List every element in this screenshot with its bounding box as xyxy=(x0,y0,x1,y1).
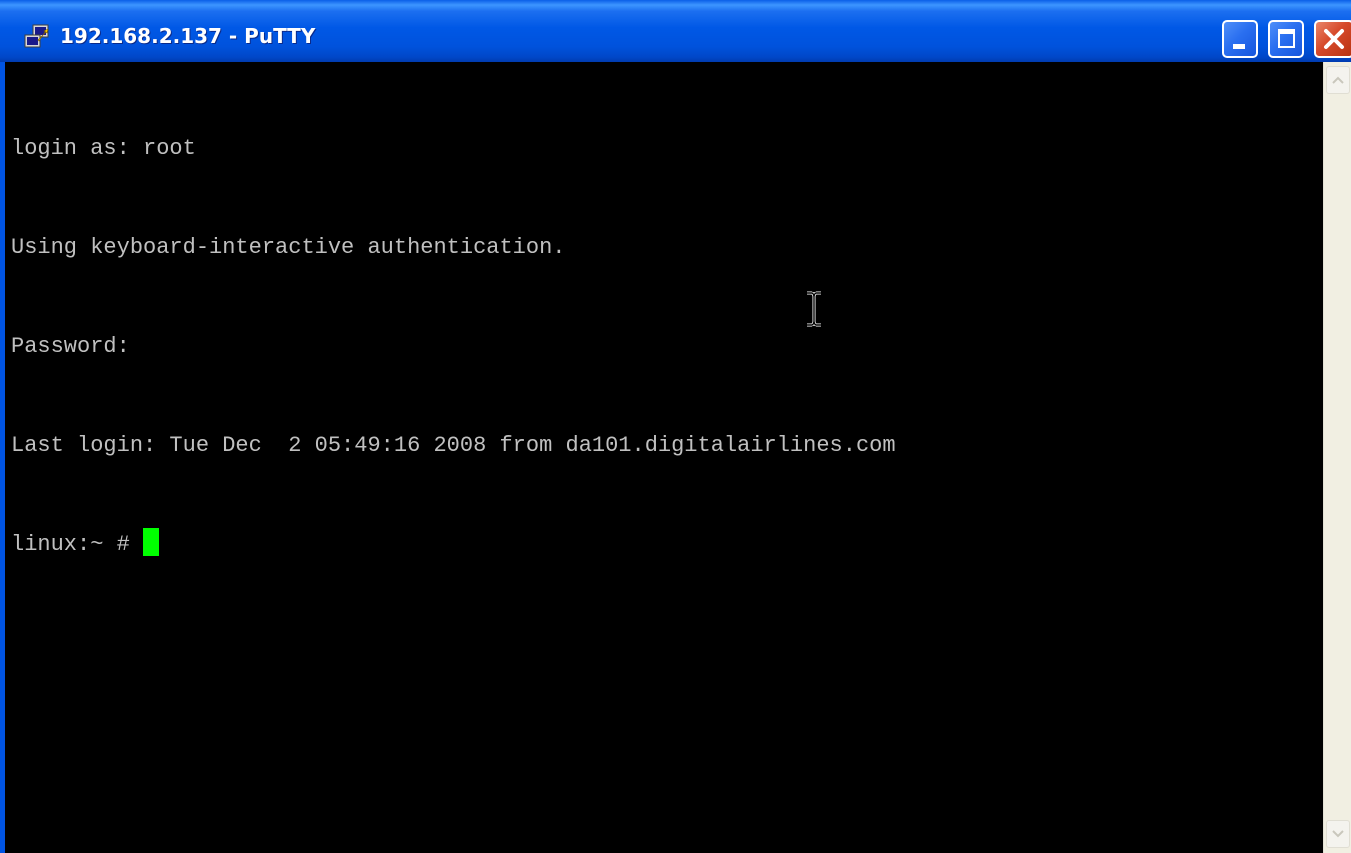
window-title: 192.168.2.137 - PuTTY xyxy=(60,24,316,48)
putty-window: 192.168.2.137 - PuTTY login as: root Usi… xyxy=(0,0,1351,853)
maximize-button[interactable] xyxy=(1268,20,1304,58)
terminal-line: login as: root xyxy=(11,136,196,161)
terminal-line: Password: xyxy=(11,334,130,359)
terminal-line: Last login: Tue Dec 2 05:49:16 2008 from… xyxy=(11,433,896,458)
putty-app-icon[interactable] xyxy=(24,24,50,50)
terminal-area[interactable]: login as: root Using keyboard-interactiv… xyxy=(5,62,1351,853)
terminal-line: Using keyboard-interactive authenticatio… xyxy=(11,235,566,260)
ibeam-cursor-icon xyxy=(807,291,821,327)
terminal-output[interactable]: login as: root Using keyboard-interactiv… xyxy=(11,66,1321,853)
minimize-icon xyxy=(1233,44,1245,49)
scroll-up-button[interactable] xyxy=(1326,66,1350,94)
chevron-down-icon xyxy=(1332,830,1344,838)
close-icon xyxy=(1324,29,1344,49)
text-cursor xyxy=(143,528,160,556)
scroll-down-button[interactable] xyxy=(1326,820,1350,848)
title-bar[interactable]: 192.168.2.137 - PuTTY xyxy=(0,0,1351,62)
vertical-scrollbar[interactable] xyxy=(1323,62,1351,853)
maximize-icon xyxy=(1278,29,1295,48)
close-button[interactable] xyxy=(1314,20,1351,58)
minimize-button[interactable] xyxy=(1222,20,1258,58)
shell-prompt: linux:~ # xyxy=(11,532,144,557)
chevron-up-icon xyxy=(1332,76,1344,84)
prompt-line[interactable]: linux:~ # xyxy=(11,528,1321,561)
